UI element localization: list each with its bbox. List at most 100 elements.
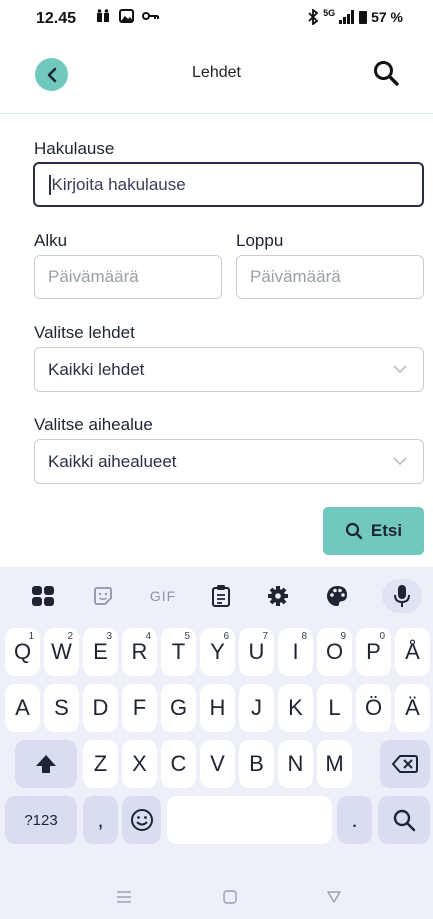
space-key[interactable] [167, 796, 332, 844]
search-button[interactable] [369, 56, 403, 90]
sticker-button[interactable] [86, 579, 120, 613]
key-f[interactable]: F [122, 684, 157, 732]
key-q[interactable]: Q1 [5, 628, 40, 676]
key-label: W [51, 639, 72, 664]
chevron-down-icon [393, 456, 407, 465]
sticker-icon [94, 587, 112, 605]
journals-select[interactable]: Kaikki lehdet [34, 347, 424, 392]
key-o[interactable]: O9 [317, 628, 352, 676]
triangle-back-icon [327, 891, 341, 903]
signal-icon [339, 10, 355, 24]
start-date-input[interactable]: Päivämäärä [34, 255, 222, 299]
comma-key[interactable]: , [83, 796, 118, 844]
clipboard-icon [212, 585, 230, 607]
search-icon [345, 522, 363, 540]
shift-key[interactable] [15, 740, 77, 788]
key-l[interactable]: L [317, 684, 352, 732]
key-hint: 7 [262, 631, 268, 642]
notification-icon [97, 9, 109, 22]
home-icon [223, 890, 237, 904]
key-aring[interactable]: Å [395, 628, 430, 676]
query-placeholder: Kirjoita hakulause [51, 174, 186, 194]
backspace-icon [392, 755, 418, 773]
key-label: Å [405, 639, 420, 664]
recents-button[interactable] [112, 885, 136, 909]
palette-icon [327, 586, 347, 606]
key-i[interactable]: I8 [278, 628, 313, 676]
etsi-label: Etsi [370, 521, 403, 540]
start-date-placeholder: Päivämäärä [48, 267, 139, 286]
gallery-icon [118, 9, 134, 23]
key-b[interactable]: B [239, 740, 274, 788]
key-n[interactable]: N [278, 740, 313, 788]
key-p[interactable]: P0 [356, 628, 391, 676]
mic-icon [394, 585, 410, 607]
key-k[interactable]: K [278, 684, 313, 732]
key-h[interactable]: H [200, 684, 235, 732]
key-j[interactable]: J [239, 684, 274, 732]
gif-button[interactable]: GIF [146, 579, 180, 613]
key-e[interactable]: E3 [83, 628, 118, 676]
onscreen-keyboard: GIF Q1 W2 E3 R4 T5 Y6 U7 I8 O9 P0 Å A S … [0, 567, 433, 919]
symbols-key[interactable]: ?123 [5, 796, 77, 844]
chevron-down-icon [393, 364, 407, 373]
status-left-icons [96, 9, 160, 26]
subject-select[interactable]: Kaikki aihealueet [34, 439, 424, 484]
apps-icon [32, 586, 54, 606]
home-button[interactable] [218, 885, 242, 909]
apps-button[interactable] [26, 579, 60, 613]
back-nav-button[interactable] [322, 885, 346, 909]
status-right: 5G 57 % [307, 8, 403, 25]
key-t[interactable]: T5 [161, 628, 196, 676]
keyboard-search-key[interactable] [378, 796, 430, 844]
key-hint: 4 [145, 631, 151, 642]
journals-value: Kaikki lehdet [48, 359, 145, 379]
key-r[interactable]: R4 [122, 628, 157, 676]
keyboard-toolbar: GIF [0, 567, 433, 625]
key-v[interactable]: V [200, 740, 235, 788]
voice-input-button[interactable] [382, 579, 422, 613]
query-label: Hakulause [34, 139, 115, 158]
key-y[interactable]: Y6 [200, 628, 235, 676]
key-label: Y [210, 639, 225, 664]
end-date-placeholder: Päivämäärä [250, 267, 341, 286]
key-label: I [292, 639, 299, 664]
key-u[interactable]: U7 [239, 628, 274, 676]
battery-level: 57 % [371, 9, 403, 25]
app-header: Lehdet [0, 50, 433, 114]
key-hint: 0 [379, 631, 385, 642]
key-hint: 2 [67, 631, 73, 642]
key-w[interactable]: W2 [44, 628, 79, 676]
status-time: 12.45 [36, 10, 77, 27]
period-key[interactable]: . [337, 796, 372, 844]
key-label: R [131, 639, 148, 664]
clipboard-button[interactable] [204, 579, 238, 613]
search-icon [374, 61, 399, 86]
key-d[interactable]: D [83, 684, 118, 732]
key-label: U [248, 639, 265, 664]
recents-icon [117, 891, 131, 903]
key-label: T [171, 639, 186, 664]
backspace-key[interactable] [380, 740, 430, 788]
key-label: E [93, 639, 108, 664]
key-a-umlaut[interactable]: Ä [395, 684, 430, 732]
key-g[interactable]: G [161, 684, 196, 732]
query-input[interactable]: Kirjoita hakulause [33, 162, 424, 207]
key-s[interactable]: S [44, 684, 79, 732]
key-a[interactable]: A [5, 684, 40, 732]
end-date-input[interactable]: Päivämäärä [236, 255, 424, 299]
etsi-search-button[interactable]: Etsi [323, 507, 424, 555]
key-z[interactable]: Z [83, 740, 118, 788]
journals-label: Valitse lehdet [34, 323, 135, 342]
subject-label: Valitse aihealue [34, 415, 153, 434]
key-m[interactable]: M [317, 740, 352, 788]
key-icon [141, 12, 159, 20]
settings-button[interactable] [261, 579, 295, 613]
key-c[interactable]: C [161, 740, 196, 788]
key-x[interactable]: X [122, 740, 157, 788]
key-o-umlaut[interactable]: Ö [356, 684, 391, 732]
text-caret [49, 174, 51, 195]
emoji-key[interactable] [122, 796, 161, 844]
key-label: P [366, 639, 381, 664]
theme-button[interactable] [320, 579, 354, 613]
